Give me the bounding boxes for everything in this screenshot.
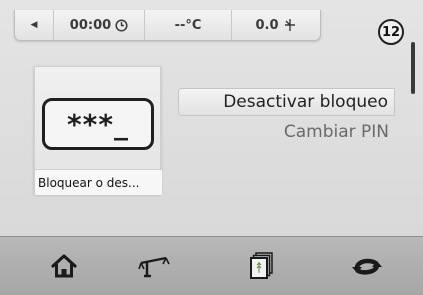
- menu-item-change-pin[interactable]: Cambiar PIN: [178, 118, 395, 146]
- nav-documents-button[interactable]: [222, 237, 302, 295]
- wind-turbine-icon: [284, 19, 295, 31]
- menu-item-disable-lock[interactable]: Desactivar bloqueo: [178, 88, 395, 116]
- menu-item-label: Desactivar bloqueo: [223, 92, 388, 112]
- document-stack-icon: [250, 252, 273, 279]
- nav-loop-button[interactable]: [327, 237, 407, 295]
- step-number-badge: 12: [378, 19, 404, 45]
- lock-tile[interactable]: ***_ Bloquear o des...: [34, 66, 162, 195]
- pin-field-icon: ***_: [42, 98, 154, 150]
- scrollbar[interactable]: [411, 42, 415, 94]
- clock-status: 00:00: [54, 10, 145, 40]
- wind-status: 0.0: [232, 10, 320, 40]
- nav-balance-button[interactable]: [114, 237, 194, 295]
- status-bar: ◀ 00:00 --°C 0.0: [14, 10, 321, 41]
- clock-icon: [115, 18, 128, 32]
- temperature-value: --°C: [174, 17, 202, 33]
- wind-value: 0.0: [255, 17, 279, 33]
- loop-arrows-icon: [352, 258, 382, 275]
- back-button[interactable]: ◀: [15, 10, 54, 40]
- temperature-status: --°C: [145, 10, 232, 40]
- left-arrow-icon: ◀: [30, 20, 38, 30]
- screen: ◀ 00:00 --°C 0.0 12 ***_ Bloquear o des.…: [0, 0, 423, 295]
- bottom-nav-bar: [0, 236, 423, 295]
- nav-home-button[interactable]: [24, 237, 104, 295]
- pin-display: ***_: [67, 107, 129, 141]
- home-icon: [51, 254, 77, 278]
- scale-icon: [138, 256, 170, 278]
- time-value: 00:00: [69, 17, 112, 33]
- lock-tile-label: Bloquear o des...: [35, 169, 162, 195]
- menu-item-label: Cambiar PIN: [283, 122, 389, 142]
